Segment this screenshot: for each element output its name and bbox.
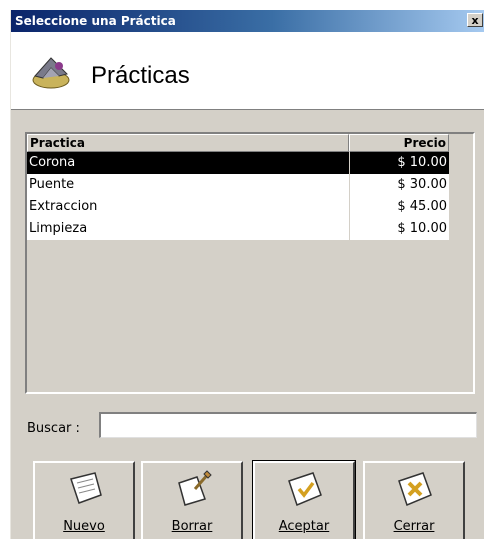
close-x-icon xyxy=(398,472,432,507)
practice-icon xyxy=(32,57,70,89)
window-title: Seleccione una Práctica xyxy=(15,14,176,28)
cell-precio: $ 30.00 xyxy=(349,174,449,196)
cerrar-button[interactable]: Cerrar xyxy=(363,461,465,539)
title-bar: Seleccione una Práctica x xyxy=(11,10,484,32)
cell-practica: Extraccion xyxy=(29,199,98,214)
column-header-practica[interactable]: Practica xyxy=(27,134,349,152)
erase-document-icon xyxy=(178,470,212,506)
search-label: Buscar : xyxy=(27,421,80,436)
header-title: Prácticas xyxy=(91,62,190,89)
table-row[interactable]: Extraccion $ 45.00 xyxy=(27,196,449,218)
table-row[interactable]: Corona $ 10.00 xyxy=(27,152,449,174)
search-input[interactable] xyxy=(99,412,477,438)
cerrar-label: Cerrar xyxy=(393,519,435,534)
new-document-icon xyxy=(70,472,102,504)
cell-precio: $ 45.00 xyxy=(349,196,449,218)
cell-precio: $ 10.00 xyxy=(349,152,449,174)
accept-check-icon xyxy=(288,472,322,507)
aceptar-label: Aceptar xyxy=(278,519,330,534)
dialog-window: Seleccione una Práctica x Prácticas Prac… xyxy=(10,10,484,539)
column-header-precio[interactable]: Precio xyxy=(349,134,449,152)
table-row[interactable]: Puente $ 30.00 xyxy=(27,174,449,196)
table-row[interactable]: Limpieza $ 10.00 xyxy=(27,218,449,240)
nuevo-label: Nuevo xyxy=(63,519,105,534)
cell-practica: Corona xyxy=(29,155,76,170)
dialog-header: Prácticas xyxy=(11,32,484,110)
aceptar-button[interactable]: Aceptar xyxy=(252,460,356,539)
cell-precio: $ 10.00 xyxy=(349,218,449,240)
cell-practica: Puente xyxy=(29,177,75,192)
borrar-label: Borrar xyxy=(171,519,213,534)
close-button[interactable]: x xyxy=(467,13,483,27)
borrar-button[interactable]: Borrar xyxy=(141,461,243,539)
cell-practica: Limpieza xyxy=(29,221,88,236)
practices-grid[interactable]: Practica Precio Corona $ 10.00 Puente $ … xyxy=(25,132,475,394)
nuevo-button[interactable]: Nuevo xyxy=(33,461,135,539)
grid-header: Practica Precio xyxy=(27,134,449,152)
